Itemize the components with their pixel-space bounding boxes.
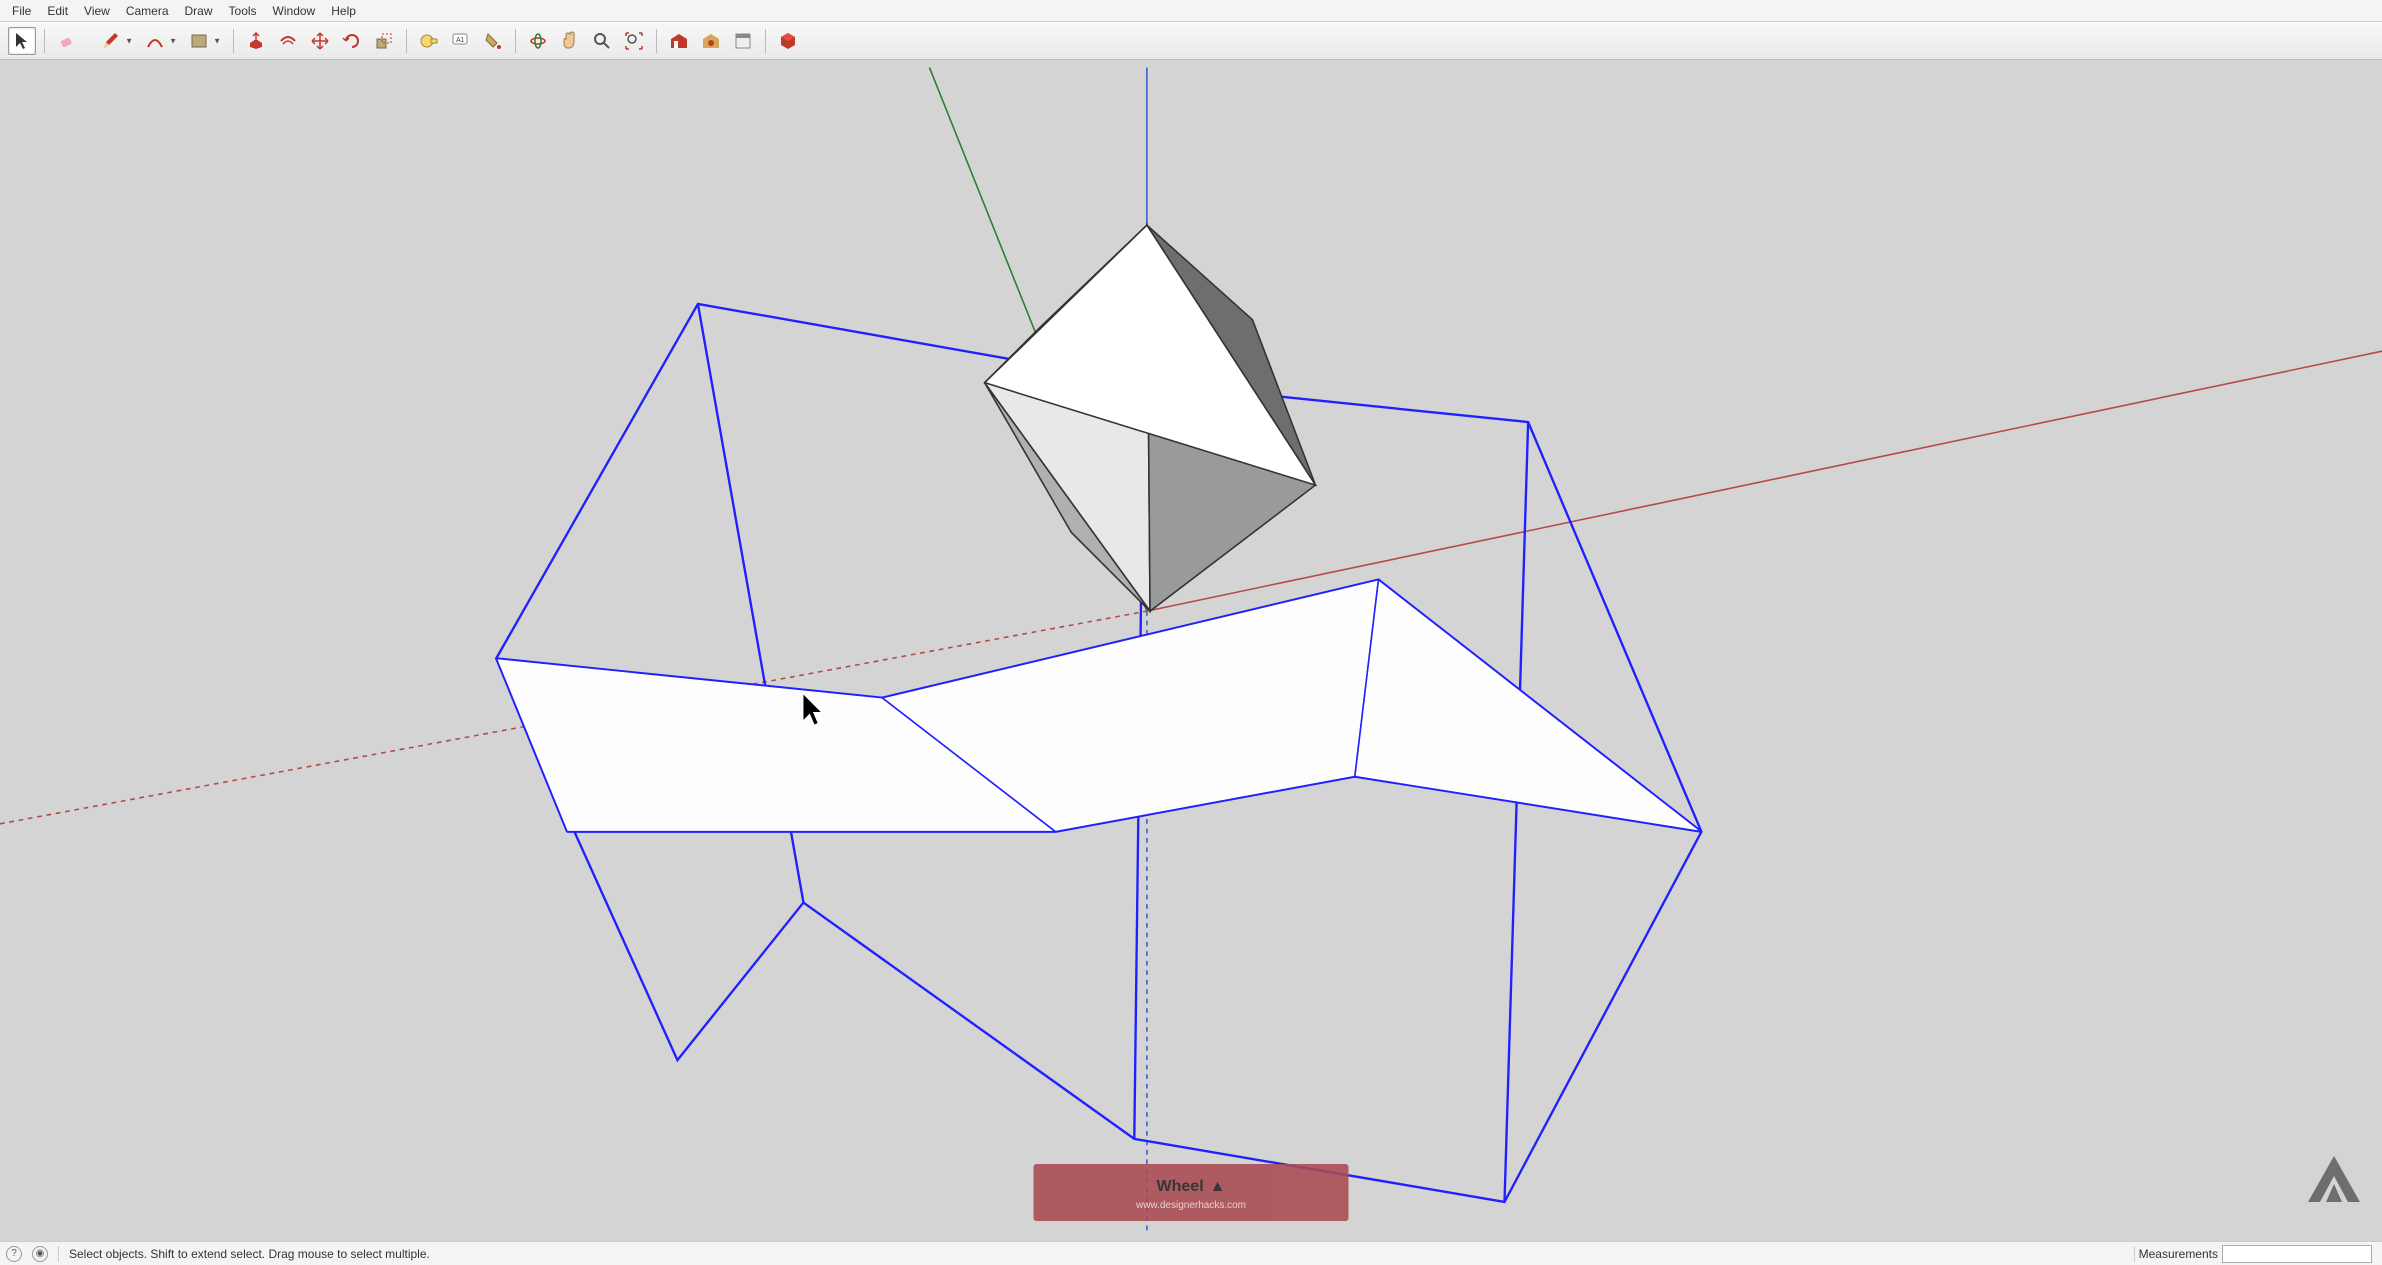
layout-button[interactable] xyxy=(729,27,757,55)
orbit-tool[interactable] xyxy=(524,27,552,55)
scale-tool[interactable] xyxy=(370,27,398,55)
pan-tool[interactable] xyxy=(556,27,584,55)
menu-file[interactable]: File xyxy=(4,2,39,20)
pencil-tool[interactable] xyxy=(97,27,125,55)
menu-camera[interactable]: Camera xyxy=(118,2,177,20)
offset-tool[interactable] xyxy=(274,27,302,55)
menu-window[interactable]: Window xyxy=(265,2,324,20)
arrow-up-icon: ▲ xyxy=(1210,1178,1226,1196)
menu-draw[interactable]: Draw xyxy=(177,2,221,20)
selected-faces xyxy=(496,580,1701,832)
axis-red xyxy=(1147,351,2382,611)
arc-dropdown-icon[interactable]: ▼ xyxy=(169,36,177,45)
menu-tools[interactable]: Tools xyxy=(221,2,265,20)
shape-tool[interactable] xyxy=(185,27,213,55)
menu-help[interactable]: Help xyxy=(323,2,364,20)
svg-text:A1: A1 xyxy=(456,37,465,44)
zoom-tool[interactable] xyxy=(588,27,616,55)
viewport-3d[interactable]: Wheel ▲ www.designerhacks.com xyxy=(0,60,2382,1241)
shape-dropdown-icon[interactable]: ▼ xyxy=(213,36,221,45)
toolbar-separator xyxy=(656,29,657,53)
hint-title: Wheel xyxy=(1157,1178,1204,1196)
watermark-logo xyxy=(2304,1154,2364,1211)
move-tool[interactable] xyxy=(306,27,334,55)
hint-overlay: Wheel ▲ www.designerhacks.com xyxy=(1034,1164,1349,1221)
rotate-tool[interactable] xyxy=(338,27,366,55)
toolbar-separator xyxy=(44,29,45,53)
octahedron-geometry xyxy=(985,225,1316,611)
hint-subtitle: www.designerhacks.com xyxy=(1034,1200,1349,1211)
ext-manager-button[interactable] xyxy=(774,27,802,55)
toolbar: ▼ ▼ ▼ A1 xyxy=(0,22,2382,60)
measurements-label: Measurements xyxy=(2139,1247,2218,1261)
tape-tool[interactable] xyxy=(415,27,443,55)
eraser-tool[interactable] xyxy=(53,27,81,55)
arc-tool[interactable] xyxy=(141,27,169,55)
warehouse-button[interactable] xyxy=(665,27,693,55)
menu-edit[interactable]: Edit xyxy=(39,2,76,20)
status-hint: Select objects. Shift to extend select. … xyxy=(69,1247,430,1261)
menu-view[interactable]: View xyxy=(76,2,118,20)
select-tool[interactable] xyxy=(8,27,36,55)
ext-warehouse-button[interactable] xyxy=(697,27,725,55)
measurements-input[interactable] xyxy=(2222,1245,2372,1263)
toolbar-separator xyxy=(515,29,516,53)
geo-icon[interactable]: ◉ xyxy=(32,1246,48,1262)
menubar: File Edit View Camera Draw Tools Window … xyxy=(0,0,2382,22)
statusbar: ? ◉ Select objects. Shift to extend sele… xyxy=(0,1241,2382,1265)
pencil-dropdown-icon[interactable]: ▼ xyxy=(125,36,133,45)
help-icon[interactable]: ? xyxy=(6,1246,22,1262)
paint-tool[interactable] xyxy=(479,27,507,55)
status-separator xyxy=(2134,1246,2135,1262)
zoom-extents-tool[interactable] xyxy=(620,27,648,55)
text-tool[interactable]: A1 xyxy=(447,27,475,55)
toolbar-separator xyxy=(406,29,407,53)
pushpull-tool[interactable] xyxy=(242,27,270,55)
toolbar-separator xyxy=(765,29,766,53)
status-separator xyxy=(58,1246,59,1262)
toolbar-separator xyxy=(233,29,234,53)
